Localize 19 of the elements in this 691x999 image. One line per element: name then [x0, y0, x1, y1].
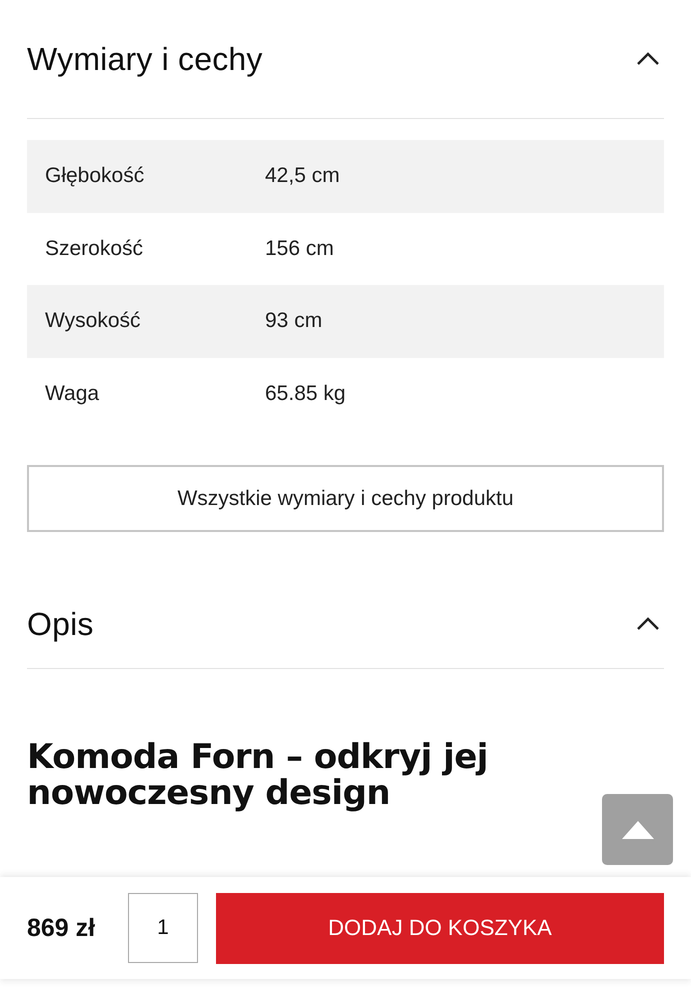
description-heading: Komoda Forn – odkryj jej nowoczesny design — [27, 739, 489, 811]
spec-label: Szerokość — [45, 236, 144, 261]
spec-value: 65.85 kg — [265, 382, 347, 406]
section-title: Wymiary i cechy — [27, 40, 263, 78]
chevron-up-icon — [636, 52, 660, 66]
spec-label: Waga — [45, 382, 100, 406]
spec-value: 156 cm — [265, 236, 335, 261]
add-to-cart-button[interactable]: DODAJ DO KOSZYKA — [216, 892, 664, 964]
spec-value: 42,5 cm — [265, 164, 341, 188]
triangle-up-icon — [622, 820, 654, 838]
spec-label: Głębokość — [45, 164, 146, 188]
spec-label: Wysokość — [45, 309, 142, 334]
section-title: Opis — [27, 606, 94, 642]
quantity-field[interactable]: 1 — [128, 893, 198, 963]
price: 869 zł — [27, 914, 96, 942]
all-specs-button[interactable]: Wszystkie wymiary i cechy produktu — [27, 465, 664, 532]
chevron-up-icon — [636, 617, 660, 631]
scroll-to-top-button[interactable] — [602, 794, 673, 865]
spec-value: 93 cm — [265, 309, 324, 334]
